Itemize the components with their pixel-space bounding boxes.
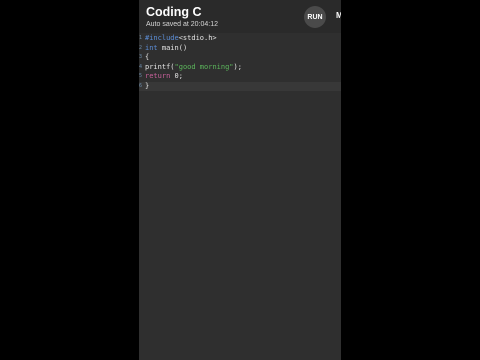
code-line[interactable]: 2 int main() (139, 44, 341, 54)
line-number: 6 (139, 82, 143, 89)
phone-screen: Coding C Auto saved at 20:04:12 RUN M 1 … (139, 0, 341, 360)
app-title: Coding C (146, 5, 202, 19)
code-token-keyword: return (145, 72, 171, 80)
code-token-preprocessor: #include (145, 34, 179, 42)
code-text[interactable]: #include<stdio.h> (145, 34, 217, 44)
code-token: } (145, 81, 150, 90)
run-button[interactable]: RUN (304, 6, 326, 28)
line-number: 3 (139, 54, 143, 60)
line-number: 1 (139, 35, 143, 41)
line-number: 2 (139, 44, 143, 51)
code-token: { (145, 53, 150, 61)
code-text[interactable]: printf("good morning"); (145, 63, 242, 73)
line-number: 5 (139, 73, 143, 79)
code-token: 0; (170, 72, 183, 80)
code-line[interactable]: 4 printf("good morning"); (139, 63, 341, 73)
code-token-keyword: int (145, 43, 158, 52)
code-token: main() (157, 43, 188, 52)
app-bar: Coding C Auto saved at 20:04:12 RUN M (139, 0, 341, 33)
code-line[interactable]: 5 return 0; (139, 72, 341, 82)
code-token-string: "good morning" (174, 62, 234, 71)
overflow-menu-button[interactable]: M (336, 11, 341, 20)
code-text[interactable]: int main() (145, 44, 187, 54)
code-token: ); (233, 62, 242, 71)
code-line-active[interactable]: 6 } (139, 81, 341, 92)
code-text[interactable]: } (145, 82, 149, 92)
code-editor[interactable]: 1 #include<stdio.h> 2 int main() 3 { 4 p… (139, 34, 341, 91)
code-line[interactable]: 1 #include<stdio.h> (139, 34, 341, 44)
code-line[interactable]: 3 { (139, 53, 341, 63)
code-text[interactable]: { (145, 53, 149, 63)
line-number: 4 (139, 63, 143, 70)
autosave-status: Auto saved at 20:04:12 (146, 21, 218, 28)
code-text[interactable]: return 0; (145, 72, 183, 82)
code-token: printf( (145, 62, 175, 71)
code-token: <stdio.h> (178, 34, 217, 42)
